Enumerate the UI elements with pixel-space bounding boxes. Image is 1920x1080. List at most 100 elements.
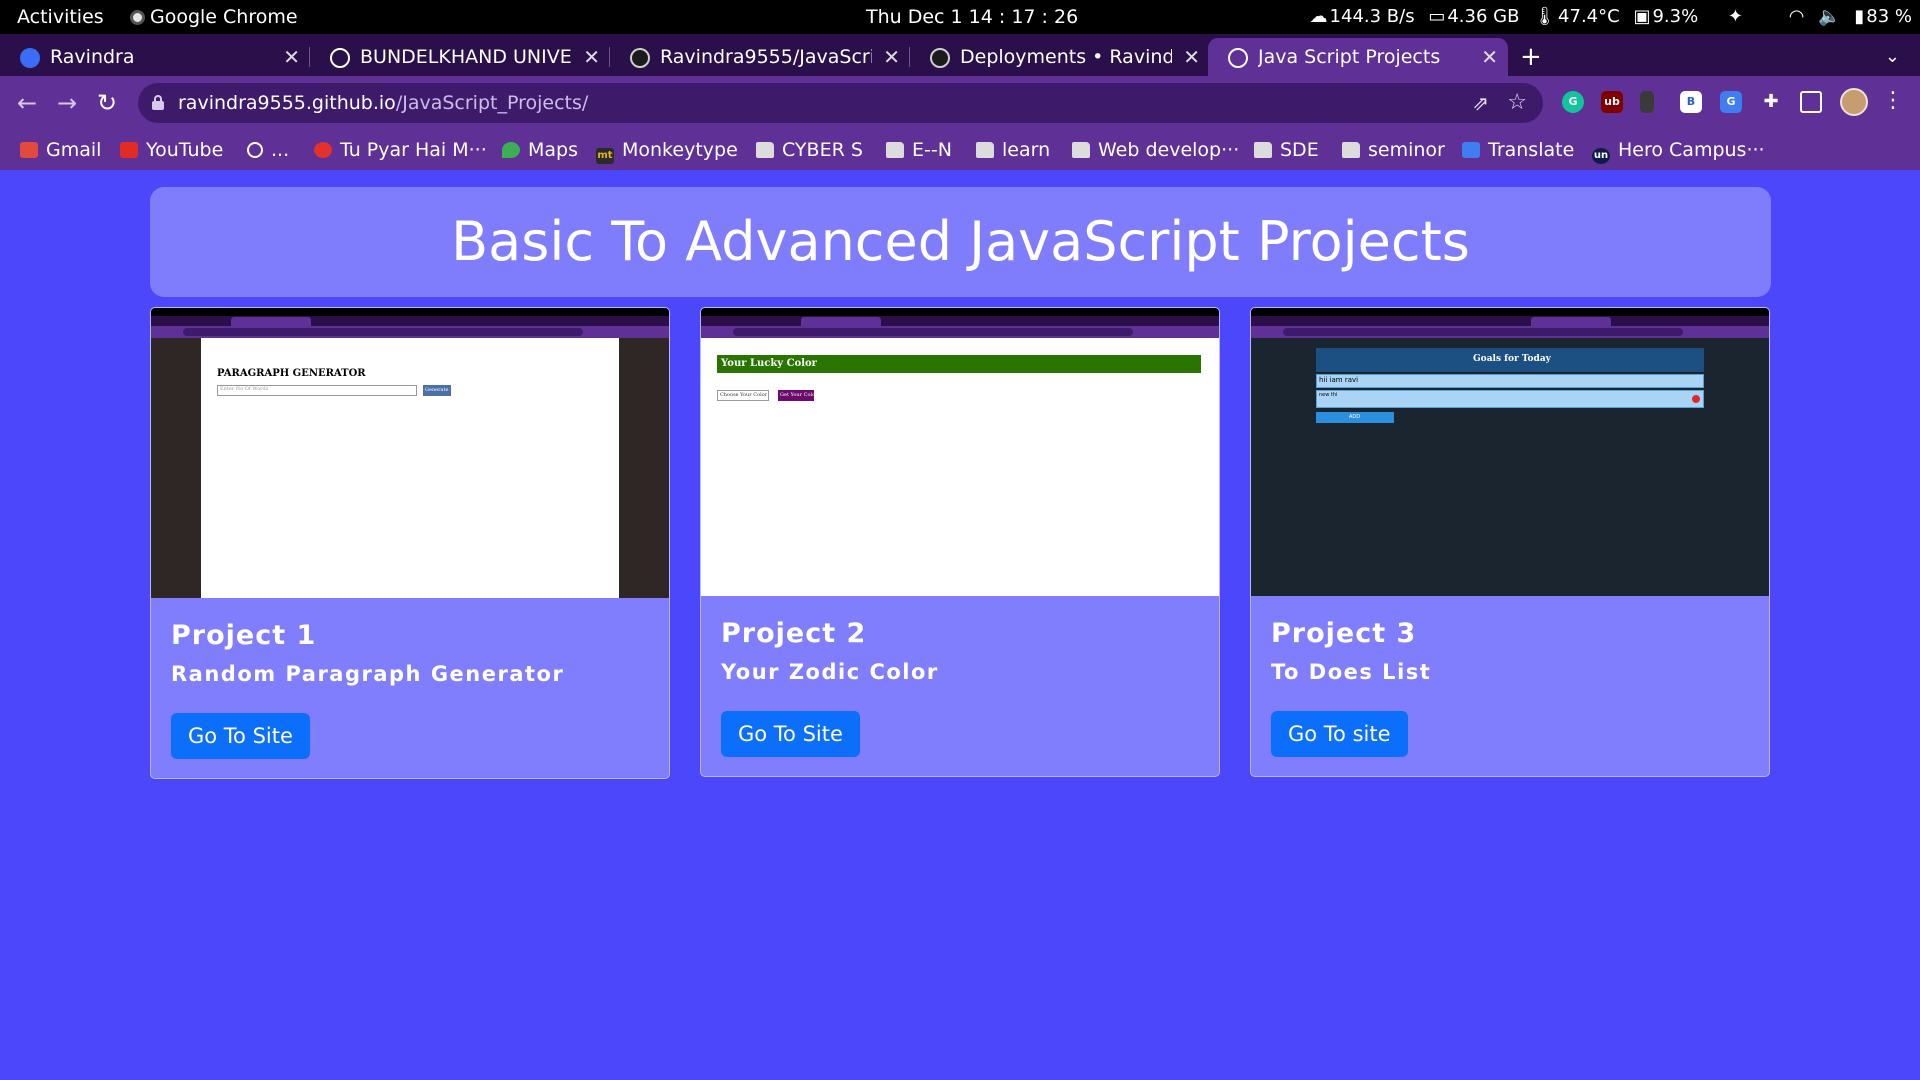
bookmark-tu-pyar[interactable]: Tu Pyar Hai M··· bbox=[314, 130, 487, 170]
url-text[interactable]: ravindra9555.github.io/JavaScript_Projec… bbox=[178, 83, 588, 123]
temperature: 47.4°C bbox=[1558, 6, 1620, 27]
project-title: Project 2 bbox=[721, 618, 867, 649]
bitwarden-icon[interactable]: B bbox=[1680, 91, 1702, 113]
go-to-site-button[interactable]: Go To site bbox=[1271, 711, 1408, 757]
url-path: /JavaScript_Projects/ bbox=[395, 92, 589, 114]
close-icon[interactable]: ✕ bbox=[883, 38, 900, 76]
system-indicators[interactable]: ☁ 144.3 B/s ▭ 4.36 GB 🌡 47.4°C ▣ 9.3% ✦ ◠ 🔈 … bbox=[1302, 0, 1912, 34]
browser-toolbar: ← → ↻ ravindra9555.github.io/JavaScript_… bbox=[0, 76, 1920, 130]
app-name: Google Chrome bbox=[150, 6, 298, 28]
bookmark-label: Monkeytype bbox=[622, 139, 738, 161]
preview-placeholder: Enter No Of Words bbox=[220, 386, 269, 392]
bookmark-label: seminor bbox=[1368, 139, 1445, 161]
project-subtitle: To Does List bbox=[1271, 660, 1432, 684]
bookmark-hero-campus[interactable]: un Hero Campus··· bbox=[1592, 130, 1765, 170]
go-to-site-button[interactable]: Go To Site bbox=[171, 713, 310, 759]
gmail-icon bbox=[20, 142, 38, 158]
forward-button[interactable]: → bbox=[52, 88, 82, 118]
reload-button[interactable]: ↻ bbox=[92, 88, 122, 118]
page-content: Basic To Advanced JavaScript Projects PA… bbox=[0, 170, 1920, 1080]
avatar[interactable] bbox=[1840, 88, 1868, 116]
preview-button: ADD bbox=[1349, 414, 1361, 420]
volume-icon: 🔈 bbox=[1818, 6, 1841, 27]
project-preview-image: PARAGRAPH GENERATOR Enter No Of Words Ge… bbox=[151, 308, 669, 598]
bookmark-label: E--N bbox=[912, 139, 952, 161]
close-icon[interactable]: ✕ bbox=[1183, 38, 1200, 76]
bookmark-label: CYBER S bbox=[782, 139, 863, 161]
bookmark-label: Tu Pyar Hai M··· bbox=[340, 139, 487, 161]
github-icon bbox=[930, 48, 950, 68]
close-icon[interactable]: ✕ bbox=[583, 38, 600, 76]
clock[interactable]: Thu Dec 1 14 : 17 : 26 bbox=[866, 0, 1078, 34]
memory-usage: 4.36 GB bbox=[1447, 6, 1520, 27]
new-tab-button[interactable]: + bbox=[1520, 38, 1542, 76]
lock-icon[interactable] bbox=[152, 95, 164, 110]
address-bar[interactable]: ravindra9555.github.io/JavaScript_Projec… bbox=[138, 83, 1543, 123]
bookmark-folder-learn[interactable]: learn bbox=[976, 130, 1050, 170]
app-menu[interactable]: Google Chrome bbox=[130, 0, 298, 34]
close-icon[interactable]: ✕ bbox=[1481, 38, 1498, 76]
memory-icon: ▭ bbox=[1428, 6, 1446, 27]
extensions-puzzle-icon[interactable]: ✚ bbox=[1760, 91, 1782, 113]
bookmark-folder-sde[interactable]: SDE bbox=[1254, 130, 1319, 170]
tab-ravindra[interactable]: Ravindra ✕ bbox=[0, 38, 310, 76]
cloud-icon: ☁ bbox=[1309, 6, 1328, 27]
ublock-icon[interactable]: ub bbox=[1601, 91, 1623, 113]
bookmark-globe[interactable]: ... bbox=[247, 130, 289, 170]
page-title: Basic To Advanced JavaScript Projects bbox=[451, 210, 1470, 273]
bookmark-translate[interactable]: Translate bbox=[1462, 130, 1574, 170]
bookmarks-bar: Gmail YouTube ... Tu Pyar Hai M··· Maps … bbox=[0, 130, 1920, 170]
tab-javascript-projects[interactable]: Java Script Projects ✕ bbox=[1208, 38, 1508, 76]
bookmark-gmail[interactable]: Gmail bbox=[20, 130, 101, 170]
bookmark-folder-web[interactable]: Web develop··· bbox=[1072, 130, 1239, 170]
folder-icon bbox=[886, 142, 904, 158]
bookmark-label: Translate bbox=[1488, 139, 1575, 161]
bookmark-label: learn bbox=[1002, 139, 1051, 161]
project-title: Project 3 bbox=[1271, 618, 1417, 649]
tab-bundelkhand[interactable]: BUNDELKHAND UNIVERSITY ✕ bbox=[310, 38, 610, 76]
extension-icon[interactable] bbox=[1640, 91, 1654, 113]
preview-item-2: new thi bbox=[1319, 392, 1338, 398]
chevron-down-icon[interactable]: ⌄ bbox=[1885, 38, 1900, 76]
tab-title: Ravindra9555/JavaScript_Projects bbox=[660, 46, 872, 68]
activities-button[interactable]: Activities bbox=[17, 0, 104, 34]
folder-icon bbox=[1254, 142, 1272, 158]
tab-strip: Ravindra ✕ BUNDELKHAND UNIVERSITY ✕ Ravi… bbox=[0, 34, 1920, 76]
project-subtitle: Your Zodic Color bbox=[721, 660, 939, 684]
net-speed: 144.3 B/s bbox=[1329, 6, 1415, 27]
tab-deployments[interactable]: Deployments • Ravindra9555 ✕ bbox=[910, 38, 1210, 76]
close-icon[interactable]: ✕ bbox=[283, 38, 300, 76]
bookmark-star-icon[interactable]: ☆ bbox=[1507, 83, 1527, 123]
bookmark-maps[interactable]: Maps bbox=[502, 130, 578, 170]
globe-icon bbox=[247, 142, 263, 158]
disk-usage: 9.3% bbox=[1652, 6, 1699, 27]
preview-heading: PARAGRAPH GENERATOR bbox=[217, 368, 366, 379]
bookmark-folder-seminor[interactable]: seminor bbox=[1342, 130, 1445, 170]
chrome-icon bbox=[130, 10, 145, 25]
project-title: Project 1 bbox=[171, 620, 317, 651]
translate-icon[interactable]: G bbox=[1720, 91, 1742, 113]
bookmark-monkeytype[interactable]: mt Monkeytype bbox=[596, 130, 738, 170]
hero-campus-icon: un bbox=[1592, 148, 1610, 164]
disk-icon: ▣ bbox=[1633, 6, 1651, 27]
bookmark-folder-cyber[interactable]: CYBER S bbox=[756, 130, 863, 170]
grammarly-icon[interactable]: G bbox=[1562, 91, 1584, 113]
bookmark-youtube[interactable]: YouTube bbox=[120, 130, 223, 170]
tab-title: Java Script Projects bbox=[1258, 46, 1441, 68]
back-button[interactable]: ← bbox=[12, 88, 42, 118]
side-panel-icon[interactable] bbox=[1800, 91, 1822, 113]
share-icon[interactable]: ⇗ bbox=[1472, 83, 1489, 123]
more-menu-icon[interactable]: ⋮ bbox=[1882, 86, 1904, 116]
globe-icon bbox=[1228, 48, 1248, 68]
tab-github-repo[interactable]: Ravindra9555/JavaScript_Projects ✕ bbox=[610, 38, 910, 76]
wifi-icon: ◠ bbox=[1788, 6, 1805, 27]
bookmark-folder-en[interactable]: E--N bbox=[886, 130, 952, 170]
project-card-2: Your Lucky Color Choose Your Color Get Y… bbox=[700, 307, 1220, 777]
red-circle-icon bbox=[314, 142, 332, 158]
preview-heading: Your Lucky Color bbox=[721, 358, 817, 369]
globe-icon bbox=[330, 48, 350, 68]
preview-button: Generate bbox=[425, 387, 449, 393]
system-top-bar: Activities Google Chrome Thu Dec 1 14 : … bbox=[0, 0, 1920, 34]
go-to-site-button[interactable]: Go To Site bbox=[721, 711, 860, 757]
folder-icon bbox=[1072, 142, 1090, 158]
